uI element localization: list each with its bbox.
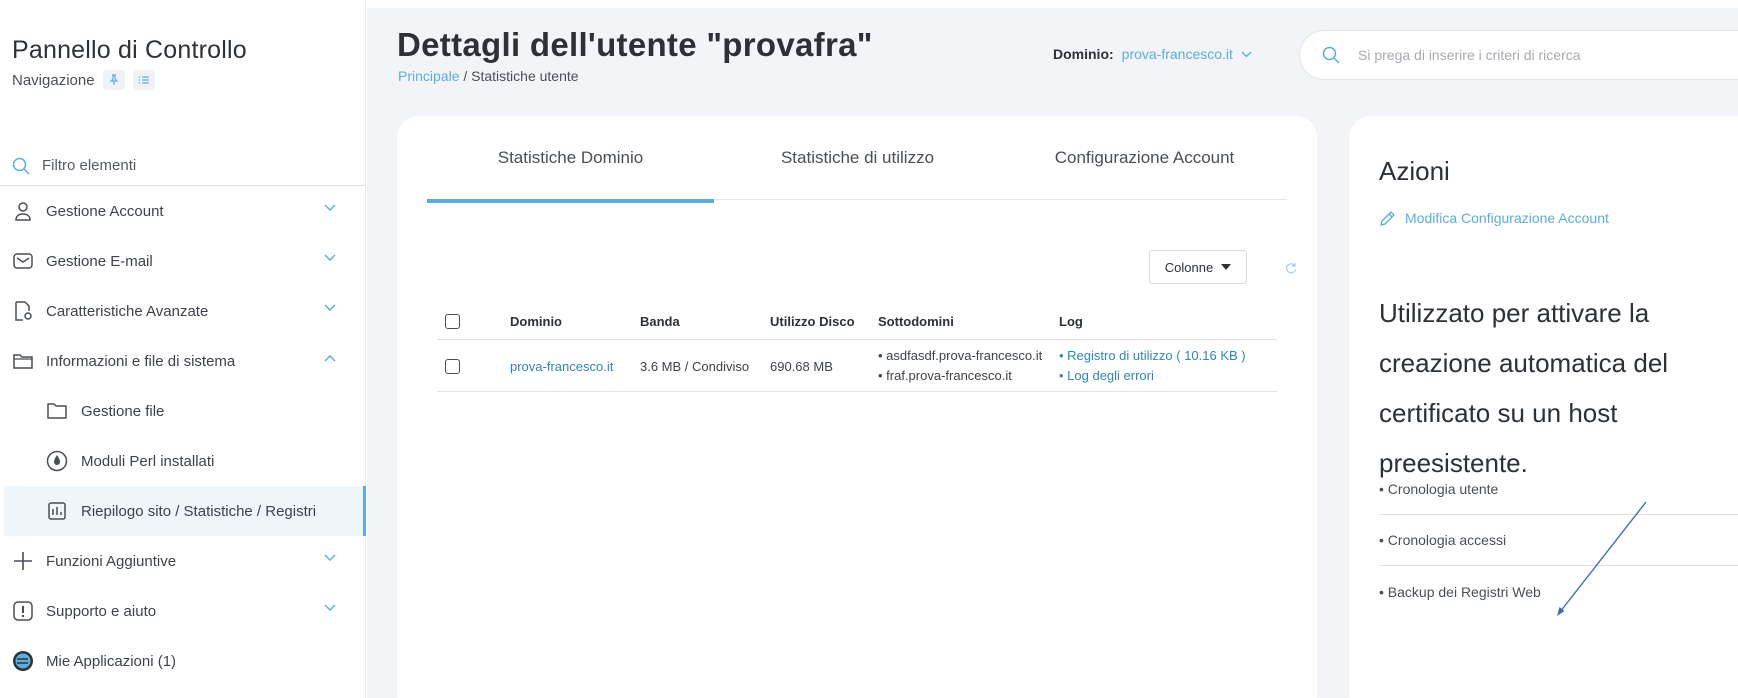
chevron-up-icon bbox=[324, 354, 336, 362]
chevron-down-icon bbox=[324, 554, 336, 562]
folder-icon bbox=[46, 400, 68, 422]
pencil-icon bbox=[1380, 211, 1395, 226]
select-all-cell bbox=[445, 302, 460, 340]
sidebar-item-label: Mie Applicazioni (1) bbox=[46, 652, 177, 670]
error-log-link[interactable]: • Log degli errori bbox=[1059, 368, 1154, 384]
domain-link[interactable]: prova-francesco.it bbox=[510, 340, 613, 392]
sidebar-item-funzioni-aggiuntive[interactable]: Funzioni Aggiuntive bbox=[0, 536, 366, 586]
filter-input[interactable]: Filtro elementi bbox=[0, 146, 366, 186]
table-header: Dominio Banda Utilizzo Disco Sottodomini… bbox=[437, 302, 1277, 340]
tabs: Statistiche Dominio Statistiche di utili… bbox=[427, 116, 1288, 203]
access-history-link[interactable]: • Cronologia accessi bbox=[1379, 515, 1738, 566]
search-icon bbox=[12, 157, 30, 175]
search-icon bbox=[1322, 46, 1340, 64]
chevron-down-icon bbox=[324, 604, 336, 612]
actions-card: Azioni Modifica Configurazione Account U… bbox=[1349, 116, 1738, 698]
tab-configurazione-account[interactable]: Configurazione Account bbox=[1001, 116, 1288, 200]
table-row: prova-francesco.it 3.6 MB / Condiviso 69… bbox=[437, 340, 1277, 392]
columns-button[interactable]: Colonne bbox=[1149, 250, 1247, 284]
stats-icon bbox=[46, 500, 68, 522]
sidebar: Pannello di Controllo Navigazione Filtro… bbox=[0, 0, 366, 698]
sidebar-subtitle: Navigazione bbox=[12, 70, 155, 90]
alert-icon bbox=[12, 600, 34, 622]
stats-card: Statistiche Dominio Statistiche di utili… bbox=[397, 116, 1317, 698]
envelope-icon bbox=[12, 250, 34, 272]
sidebar-item-label: Supporto e aiuto bbox=[46, 602, 157, 620]
breadcrumb-current: Statistiche utente bbox=[471, 68, 579, 84]
main-content: Dettagli dell'utente "provafra" Principa… bbox=[367, 8, 1738, 698]
sidebar-item-gestione-email[interactable]: Gestione E-mail bbox=[0, 236, 366, 286]
domain-value[interactable]: prova-francesco.it bbox=[1122, 46, 1233, 62]
breadcrumb-home-link[interactable]: Principale bbox=[398, 68, 459, 84]
sidebar-item-label: Caratteristiche Avanzate bbox=[46, 302, 209, 320]
sidebar-item-label: Funzioni Aggiuntive bbox=[46, 552, 177, 570]
page-title: Dettagli dell'utente "provafra" bbox=[397, 26, 873, 63]
column-header[interactable]: Sottodomini bbox=[878, 302, 954, 340]
sidebar-title: Pannello di Controllo bbox=[12, 36, 247, 64]
tab-statistiche-dominio[interactable]: Statistiche Dominio bbox=[427, 116, 714, 203]
sidebar-subitem-moduli-perl[interactable]: Moduli Perl installati bbox=[0, 436, 366, 486]
pin-icon[interactable] bbox=[102, 70, 125, 90]
search-input[interactable]: Si prega di inserire i criteri di ricerc… bbox=[1299, 30, 1738, 80]
sidebar-subitem-gestione-file[interactable]: Gestione file bbox=[0, 386, 366, 436]
sidebar-item-label: Gestione Account bbox=[46, 202, 164, 220]
actions-title: Azioni bbox=[1379, 156, 1450, 186]
subdomains-cell: • asdfasdf.prova-francesco.it • fraf.pro… bbox=[878, 340, 1042, 392]
logs-cell: • Registro di utilizzo ( 10.16 KB ) • Lo… bbox=[1059, 340, 1246, 392]
columns-button-label: Colonne bbox=[1164, 259, 1214, 275]
column-header[interactable]: Banda bbox=[640, 302, 680, 340]
sidebar-subitem-riepilogo-sito[interactable]: Riepilogo sito / Statistiche / Registri bbox=[4, 486, 366, 536]
column-header[interactable]: Dominio bbox=[510, 302, 562, 340]
sidebar-item-gestione-account[interactable]: Gestione Account bbox=[0, 186, 366, 236]
chevron-down-icon bbox=[1241, 51, 1252, 57]
list-icon[interactable] bbox=[132, 70, 155, 90]
sidebar-subitem-label: Moduli Perl installati bbox=[81, 452, 215, 470]
refresh-icon[interactable] bbox=[1285, 262, 1297, 274]
edit-account-config-link[interactable]: Modifica Configurazione Account bbox=[1379, 209, 1609, 227]
sidebar-item-supporto[interactable]: Supporto e aiuto bbox=[0, 586, 366, 636]
perl-icon bbox=[46, 450, 68, 472]
sidebar-item-label: Informazioni e file di sistema bbox=[46, 352, 236, 370]
navigation-label: Navigazione bbox=[12, 71, 95, 89]
sidebar-item-mie-applicazioni[interactable]: Mie Applicazioni (1) bbox=[0, 636, 366, 686]
subdomain-item: • fraf.prova-francesco.it bbox=[878, 368, 1012, 383]
filter-placeholder: Filtro elementi bbox=[42, 157, 137, 174]
breadcrumb-separator: / bbox=[459, 68, 472, 84]
column-header[interactable]: Utilizzo Disco bbox=[770, 302, 855, 340]
apps-icon bbox=[12, 650, 34, 672]
sidebar-subitem-label: Gestione file bbox=[81, 402, 165, 420]
chevron-down-icon bbox=[324, 254, 336, 262]
plus-icon bbox=[12, 550, 34, 572]
row-select-cell bbox=[445, 340, 460, 392]
web-logs-backup-link[interactable]: • Backup dei Registri Web bbox=[1379, 566, 1738, 617]
tab-statistiche-utilizzo[interactable]: Statistiche di utilizzo bbox=[714, 116, 1001, 200]
disk-usage-value: 690.68 MB bbox=[770, 358, 833, 374]
sidebar-item-label: Gestione E-mail bbox=[46, 252, 153, 270]
file-settings-icon bbox=[12, 300, 34, 322]
domain-label: Dominio: bbox=[1053, 46, 1114, 62]
row-checkbox[interactable] bbox=[445, 358, 460, 374]
sidebar-item-informazioni-file[interactable]: Informazioni e file di sistema bbox=[0, 336, 366, 386]
usage-log-link[interactable]: • Registro di utilizzo ( 10.16 KB ) bbox=[1059, 348, 1246, 364]
actions-description: Utilizzato per attivare la creazione aut… bbox=[1379, 298, 1669, 478]
domain-table: Dominio Banda Utilizzo Disco Sottodomini… bbox=[437, 302, 1277, 392]
sidebar-menu: Gestione Account Gestione E-mail Caratte… bbox=[0, 186, 366, 686]
column-header[interactable]: Log bbox=[1059, 302, 1083, 340]
sidebar-subitem-label: Riepilogo sito / Statistiche / Registri bbox=[81, 502, 317, 520]
caret-down-icon bbox=[1221, 264, 1232, 270]
bandwidth-value: 3.6 MB / Condiviso bbox=[640, 358, 750, 374]
chevron-down-icon bbox=[324, 204, 336, 212]
user-icon bbox=[12, 200, 34, 222]
domain-selector[interactable]: Dominio: prova-francesco.it bbox=[1053, 46, 1252, 62]
breadcrumb: Principale / Statistiche utente bbox=[398, 68, 579, 84]
chevron-down-icon bbox=[324, 304, 336, 312]
edit-account-config-label: Modifica Configurazione Account bbox=[1405, 210, 1609, 226]
actions-links: • Cronologia utente • Cronologia accessi… bbox=[1379, 464, 1738, 617]
subdomain-item: • asdfasdf.prova-francesco.it bbox=[878, 348, 1043, 363]
user-history-link[interactable]: • Cronologia utente bbox=[1379, 464, 1738, 515]
folder-icon bbox=[12, 350, 34, 372]
search-placeholder: Si prega di inserire i criteri di ricerc… bbox=[1358, 47, 1581, 63]
sidebar-item-caratteristiche-avanzate[interactable]: Caratteristiche Avanzate bbox=[0, 286, 366, 336]
select-all-checkbox[interactable] bbox=[445, 313, 460, 329]
